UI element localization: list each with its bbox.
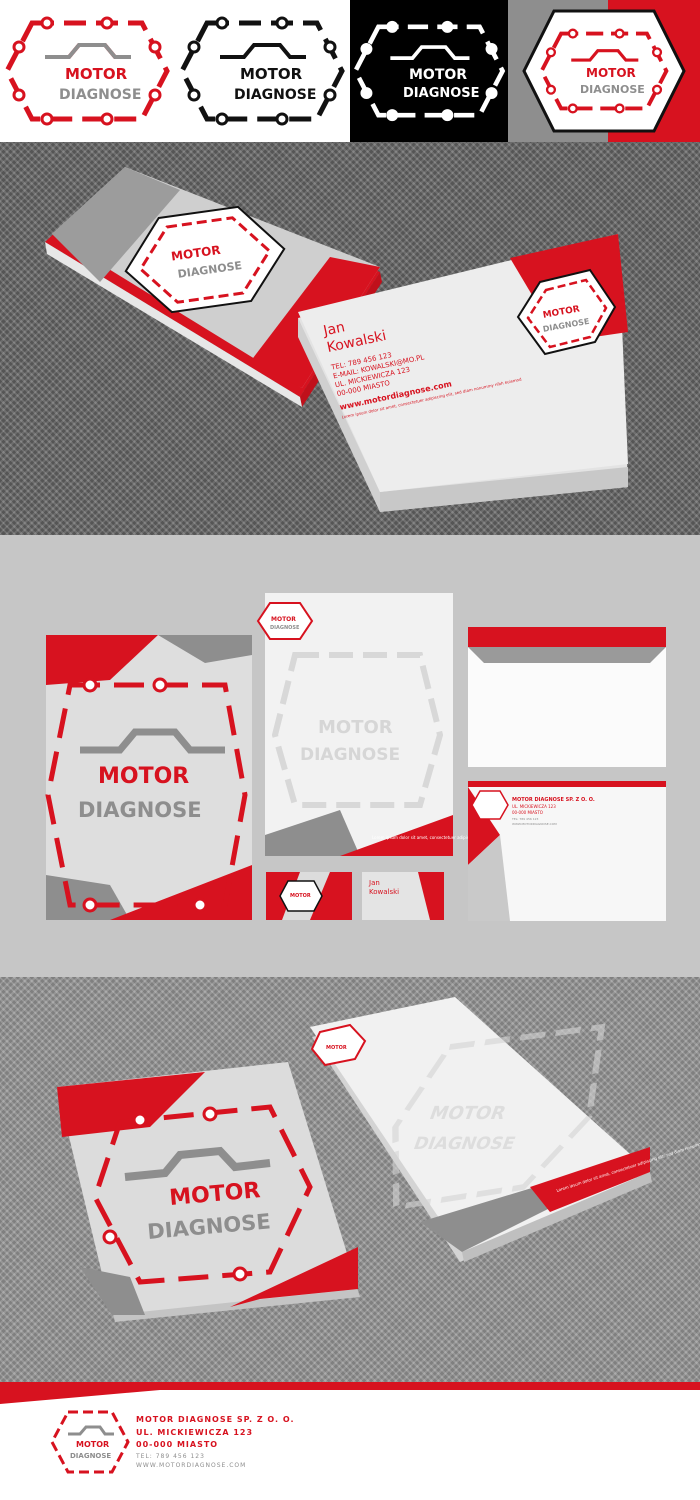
logo-word-diagnose: DIAGNOSE: [580, 83, 645, 96]
perspective-mockup: MOTOR MOTOR DIAGNOSE Lorem ipsum dolor s…: [0, 977, 700, 1382]
logo-panel-black-outline: MOTOR DIAGNOSE: [175, 0, 350, 142]
folder-logo-motor: MOTOR: [98, 764, 189, 789]
small-card-first-name: Jan: [368, 879, 380, 887]
small-card-motor: MOTOR: [290, 893, 311, 899]
footer-logo: MOTOR DIAGNOSE: [50, 1410, 130, 1474]
envelope-street: UL. MICKIEWICZA 123: [512, 804, 556, 809]
business-cards-mockup: MOTOR DIAGNOSE MOTOR DIAGNOSE Jan Kowals…: [0, 142, 700, 535]
persp-letter-watermark-motor: MOTOR: [427, 1104, 509, 1124]
envelope-phone: TEL: 789 456 123: [511, 817, 539, 821]
envelope-web: WWW.MOTORDIAGNOSE.COM: [512, 822, 557, 826]
letter-badge-motor: MOTOR: [271, 616, 296, 623]
footer-logo-diagnose: DIAGNOSE: [70, 1452, 111, 1460]
footer-web: WWW.MOTORDIAGNOSE.COM: [136, 1462, 247, 1469]
envelope-city: 00-000 MIASTO: [512, 810, 543, 815]
persp-letter-badge: MOTOR: [326, 1045, 347, 1051]
business-card-front: MOTOR DIAGNOSE Jan Kowalski TEL: 789 456…: [298, 234, 628, 512]
letter-badge-diagnose: DIAGNOSE: [270, 625, 300, 631]
logo-word-diagnose: DIAGNOSE: [59, 87, 141, 103]
logo-panel-color: MOTOR DIAGNOSE: [0, 0, 175, 142]
logo-panel-badge: MOTOR DIAGNOSE: [508, 0, 700, 142]
stationery-flat-mockup: MOTOR DIAGNOSE MOTOR DIAGNOSE MOTOR DIAG…: [0, 535, 700, 977]
footer-company: MOTOR DIAGNOSE SP. Z O. O.: [136, 1415, 295, 1424]
footer: MOTOR DIAGNOSE MOTOR DIAGNOSE SP. Z O. O…: [0, 1382, 700, 1500]
footer-street: UL. MICKIEWICZA 123: [136, 1428, 254, 1437]
logo-word-motor: MOTOR: [409, 67, 467, 83]
small-card-last-name: Kowalski: [369, 888, 399, 896]
letter-watermark-motor: MOTOR: [318, 717, 393, 738]
logo-black: MOTOR DIAGNOSE: [175, 0, 350, 142]
logo-variants-band: MOTOR DIAGNOSE MOTOR DIAGNOSE MOTOR DIAG…: [0, 0, 700, 142]
logo-word-motor: MOTOR: [65, 65, 128, 83]
logo-white: MOTOR DIAGNOSE: [350, 0, 508, 142]
footer-top-stripe: [0, 1382, 700, 1390]
logo-color: MOTOR DIAGNOSE: [0, 0, 175, 142]
envelope-company: MOTOR DIAGNOSE SP. Z O. O.: [512, 797, 595, 803]
logo-word-diagnose: DIAGNOSE: [403, 86, 480, 101]
persp-letter-watermark-diagnose: DIAGNOSE: [411, 1134, 518, 1153]
footer-logo-motor: MOTOR: [76, 1440, 109, 1449]
logo-word-diagnose: DIAGNOSE: [234, 87, 316, 103]
logo-badge: MOTOR DIAGNOSE: [522, 9, 686, 133]
footer-city: 00-000 MIASTO: [136, 1440, 219, 1449]
logo-word-motor: MOTOR: [586, 66, 636, 80]
logo-word-motor: MOTOR: [240, 65, 303, 83]
stationery-set: MOTOR DIAGNOSE MOTOR DIAGNOSE MOTOR DIAG…: [45, 593, 666, 921]
perspective-set: MOTOR MOTOR DIAGNOSE Lorem ipsum dolor s…: [57, 997, 700, 1322]
letter-watermark-diagnose: DIAGNOSE: [300, 745, 400, 765]
folder-logo-diagnose: DIAGNOSE: [78, 798, 202, 822]
logo-panel-inverse: MOTOR DIAGNOSE: [350, 0, 508, 142]
footer-phone: TEL: 789 456 123: [136, 1453, 205, 1460]
